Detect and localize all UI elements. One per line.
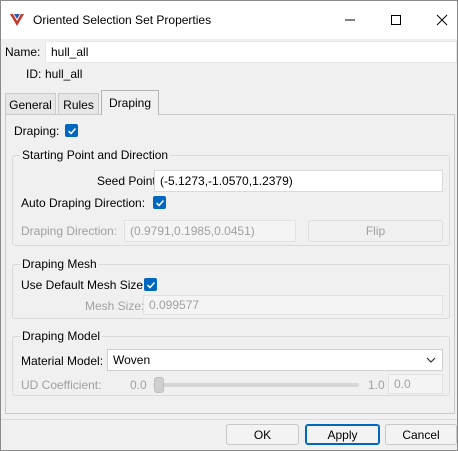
title-bar: Oriented Selection Set Properties — [1, 1, 457, 39]
ud-coefficient-label: UD Coefficient: — [21, 378, 102, 392]
ud-slider-thumb[interactable] — [154, 377, 164, 393]
mesh-size-label: Mesh Size: — [85, 299, 145, 313]
auto-direction-label: Auto Draping Direction: — [21, 196, 146, 210]
draping-direction-label: Draping Direction: — [21, 224, 118, 238]
chevron-down-icon — [426, 357, 436, 363]
id-value: hull_all — [45, 67, 83, 81]
default-mesh-label: Use Default Mesh Size: — [21, 278, 147, 292]
checkmark-icon — [67, 127, 76, 135]
tab-draping[interactable]: Draping — [101, 90, 159, 115]
dialog-window: Oriented Selection Set Properties Name: … — [0, 0, 458, 451]
flip-button[interactable]: Flip — [308, 220, 443, 242]
tab-rules[interactable]: Rules — [58, 93, 99, 115]
ud-coefficient-field[interactable]: 0.0 — [388, 374, 443, 394]
checkmark-icon — [155, 199, 164, 207]
minimize-button[interactable] — [327, 1, 373, 39]
draping-panel: Draping: Starting Point and Direction Se… — [5, 114, 455, 414]
maximize-icon — [391, 15, 401, 25]
cancel-button[interactable]: Cancel — [385, 424, 457, 445]
name-label: Name: — [5, 45, 41, 59]
checkmark-icon — [146, 281, 155, 289]
material-model-value: Woven — [113, 353, 151, 367]
seed-point-label: Seed Point: — [97, 174, 160, 188]
app-logo-icon — [10, 14, 24, 26]
default-mesh-checkbox[interactable] — [144, 278, 157, 291]
close-button[interactable] — [419, 1, 458, 39]
material-model-select[interactable]: Woven — [107, 349, 443, 371]
mesh-size-field[interactable]: 0.099577 — [143, 295, 443, 315]
ud-max-label: 1.0 — [368, 378, 385, 392]
ud-min-label: 0.0 — [130, 378, 147, 392]
draping-mesh-title: Draping Mesh — [20, 257, 99, 271]
ok-button[interactable]: OK — [226, 424, 299, 445]
starting-point-title: Starting Point and Direction — [20, 148, 171, 162]
footer-divider — [1, 419, 457, 420]
apply-button[interactable]: Apply — [305, 424, 380, 445]
draping-mesh-group: Draping Mesh Use Default Mesh Size: Mesh… — [12, 257, 450, 319]
close-icon — [436, 14, 448, 26]
material-model-label: Material Model: — [21, 354, 104, 368]
draping-model-group: Draping Model Material Model: Woven UD C… — [12, 329, 450, 396]
seed-point-field[interactable]: (-5.1273,-1.0570,1.2379) — [154, 170, 443, 192]
draping-direction-field[interactable]: (0.9791,0.1985,0.0451) — [124, 220, 296, 242]
minimize-icon — [345, 19, 355, 21]
tab-general[interactable]: General — [5, 93, 56, 115]
draping-model-title: Draping Model — [20, 329, 103, 343]
maximize-button[interactable] — [373, 1, 419, 39]
auto-direction-checkbox[interactable] — [153, 196, 166, 209]
draping-enabled-label: Draping: — [14, 124, 60, 138]
draping-enabled-checkbox[interactable] — [65, 124, 78, 137]
window-title: Oriented Selection Set Properties — [33, 13, 212, 27]
id-label: ID: — [26, 67, 42, 81]
ud-coefficient-slider[interactable] — [153, 383, 359, 387]
starting-point-group: Starting Point and Direction Seed Point:… — [12, 148, 450, 246]
name-field[interactable]: hull_all — [45, 41, 457, 63]
